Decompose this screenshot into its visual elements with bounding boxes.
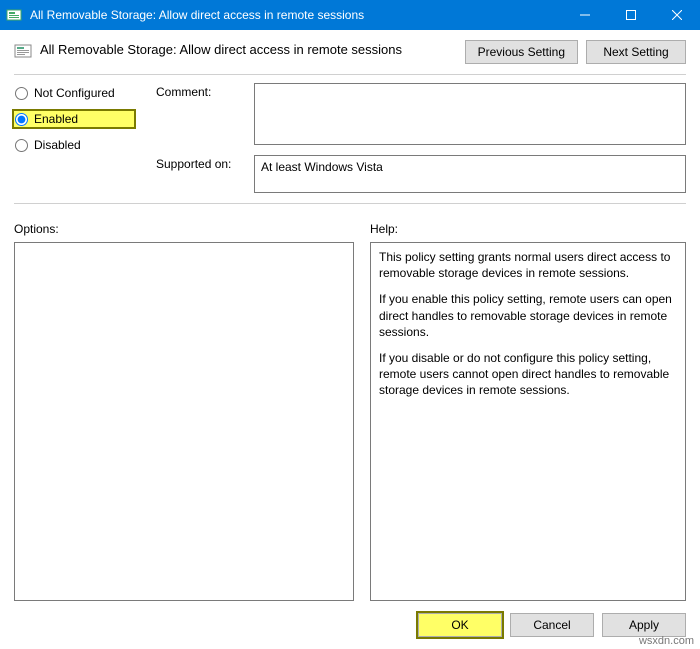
state-radio-group: Not Configured Enabled Disabled [14,83,134,193]
help-box[interactable]: This policy setting grants normal users … [370,242,686,601]
radio-disabled-input[interactable] [15,139,28,152]
radio-enabled-input[interactable] [15,113,28,126]
radio-not-configured[interactable]: Not Configured [14,85,134,101]
comment-label: Comment: [156,83,246,99]
minimize-button[interactable] [562,0,608,30]
options-label: Options: [14,222,354,236]
maximize-button[interactable] [608,0,654,30]
supported-on-box: At least Windows Vista [254,155,686,193]
radio-disabled[interactable]: Disabled [14,137,134,153]
help-paragraph-3: If you disable or do not configure this … [379,350,677,399]
options-box[interactable] [14,242,354,601]
help-paragraph-1: This policy setting grants normal users … [379,249,677,281]
policy-title: All Removable Storage: Allow direct acce… [40,40,457,57]
radio-disabled-label: Disabled [34,138,81,152]
radio-enabled-label: Enabled [34,112,78,126]
cancel-button[interactable]: Cancel [510,613,594,637]
comment-textarea[interactable] [254,83,686,145]
apply-button[interactable]: Apply [602,613,686,637]
divider [14,74,686,75]
next-setting-button[interactable]: Next Setting [586,40,686,64]
titlebar: All Removable Storage: Allow direct acce… [0,0,700,30]
supported-on-text: At least Windows Vista [261,160,383,174]
radio-not-configured-label: Not Configured [34,86,115,100]
window-title: All Removable Storage: Allow direct acce… [28,8,562,22]
divider-2 [14,203,686,204]
policy-icon [14,42,32,60]
radio-not-configured-input[interactable] [15,87,28,100]
app-icon [0,7,28,23]
close-button[interactable] [654,0,700,30]
radio-enabled[interactable]: Enabled [14,111,134,127]
help-label: Help: [370,222,686,236]
supported-label: Supported on: [156,155,246,171]
ok-button[interactable]: OK [418,613,502,637]
help-paragraph-2: If you enable this policy setting, remot… [379,291,677,340]
previous-setting-button[interactable]: Previous Setting [465,40,578,64]
